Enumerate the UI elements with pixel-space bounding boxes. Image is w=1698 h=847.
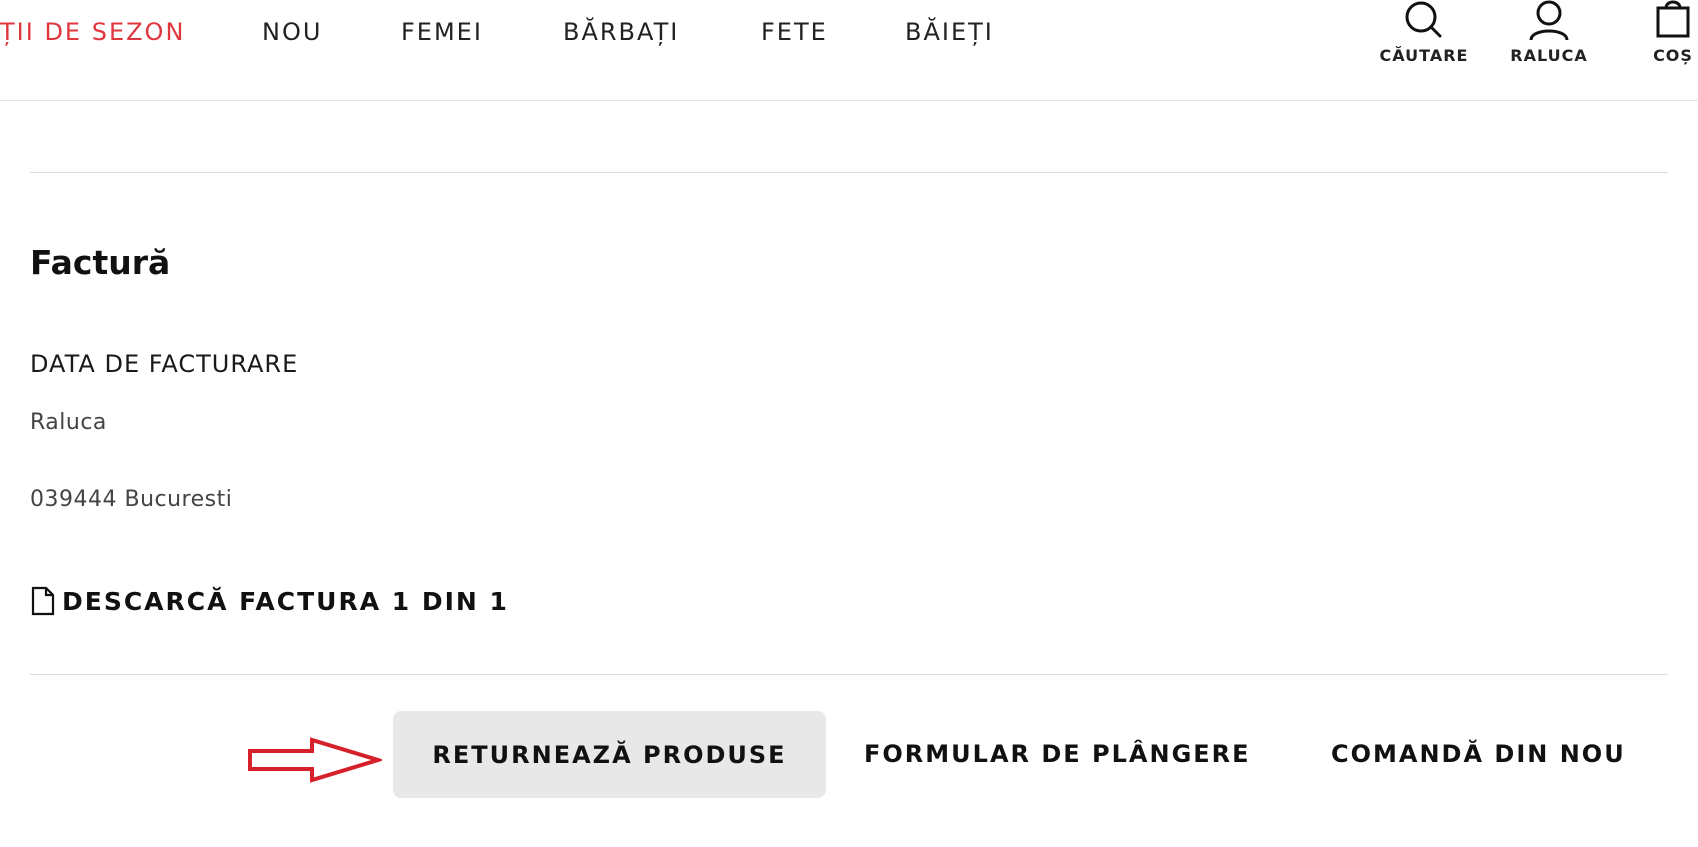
cart-button[interactable]: COȘ: [1648, 0, 1698, 65]
invoice-title: Factură: [30, 243, 171, 282]
account-label: RALUCA: [1510, 46, 1588, 65]
search-icon: [1405, 1, 1442, 38]
search-button[interactable]: CĂUTARE: [1372, 0, 1476, 65]
download-invoice-label: DESCARCĂ FACTURA 1 DIN 1: [62, 586, 509, 616]
nav-item-seasonal-sale[interactable]: ȚII DE SEZON: [0, 18, 185, 46]
download-invoice-link[interactable]: DESCARCĂ FACTURA 1 DIN 1: [30, 586, 509, 616]
document-icon: [31, 586, 55, 616]
arrow-right-icon: [248, 737, 382, 783]
nav-item-boys[interactable]: BĂIEȚI: [905, 18, 994, 46]
nav-item-women[interactable]: FEMEI: [401, 18, 483, 46]
nav-item-men[interactable]: BĂRBAȚI: [563, 18, 679, 46]
billing-data-heading: DATA DE FACTURARE: [30, 350, 299, 378]
billing-address: 039444 Bucuresti: [30, 487, 233, 512]
top-navigation: ȚII DE SEZON NOU FEMEI BĂRBAȚI FETE BĂIE…: [0, 0, 1698, 101]
return-products-button[interactable]: RETURNEAZĂ PRODUSE: [393, 711, 826, 798]
reorder-button[interactable]: COMANDĂ DIN NOU: [1331, 733, 1626, 775]
cart-label: COȘ: [1653, 46, 1693, 65]
search-label: CĂUTARE: [1379, 46, 1469, 65]
section-divider-bottom: [30, 674, 1668, 675]
nav-item-girls[interactable]: FETE: [761, 18, 828, 46]
bag-icon: [1656, 0, 1690, 38]
section-divider-top: [30, 172, 1668, 173]
complaint-form-button[interactable]: FORMULAR DE PLÂNGERE: [864, 733, 1251, 775]
nav-item-new[interactable]: NOU: [262, 18, 322, 46]
billing-name: Raluca: [30, 410, 107, 435]
user-icon: [1529, 0, 1569, 41]
account-button[interactable]: RALUCA: [1507, 0, 1591, 65]
